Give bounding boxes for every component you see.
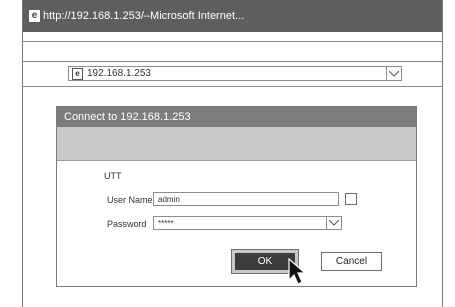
dialog-title-prefix: Connect to	[64, 111, 118, 123]
address-dropdown-button[interactable]	[386, 66, 402, 81]
realm-text: UTT	[104, 171, 122, 181]
address-bar[interactable]: e 192.168.1.253	[68, 66, 402, 81]
username-value: admin	[158, 194, 180, 204]
password-field[interactable]: *****	[153, 216, 342, 230]
password-label: Password	[107, 219, 147, 229]
cancel-button[interactable]: Cancel	[321, 252, 382, 271]
toolbar-strip	[23, 41, 442, 61]
password-dropdown-button[interactable]	[326, 216, 342, 230]
password-value: *****	[158, 218, 174, 228]
username-field[interactable]: admin	[153, 192, 339, 206]
chevron-down-icon	[389, 70, 399, 77]
remember-checkbox[interactable]	[345, 193, 357, 205]
ie-icon: e	[29, 10, 40, 22]
address-text: 192.168.1.253	[87, 68, 151, 79]
window-titlebar: e http://192.168.1.253/–Microsoft Intern…	[23, 0, 442, 32]
login-dialog: Connect to 192.168.1.253 UTT User Name a…	[56, 106, 417, 287]
window-title: http://192.168.1.253/–Microsoft Internet…	[43, 10, 245, 22]
chevron-down-icon	[329, 220, 339, 226]
dialog-title-host: 192.168.1.253	[120, 111, 191, 123]
ok-button[interactable]: OK	[235, 253, 295, 270]
username-label: User Name	[107, 195, 153, 205]
mouse-pointer-icon	[288, 258, 307, 285]
dialog-banner	[57, 127, 416, 161]
dialog-titlebar: Connect to 192.168.1.253	[57, 107, 416, 127]
page-icon: e	[72, 67, 83, 80]
